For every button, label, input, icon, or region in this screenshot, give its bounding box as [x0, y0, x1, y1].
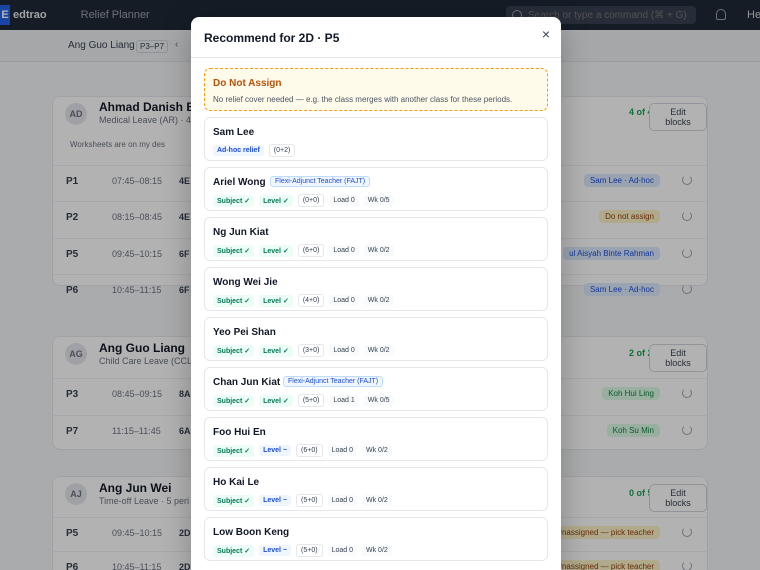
load-chip: Load 0 — [329, 295, 359, 306]
teacher-option[interactable]: Foo Hui En Subject ✓ Level ~ (6+0) Load … — [204, 417, 548, 461]
score-chip: (0+0) — [297, 194, 325, 207]
load-chip: Load 0 — [329, 195, 359, 206]
score-chip: (6+0) — [296, 444, 323, 457]
teacher-name: Ariel Wong — [213, 177, 266, 188]
subject-match-chip: Subject ✓ — [213, 244, 255, 257]
teacher-option[interactable]: Wong Wei Jie Subject ✓ Level ✓ (4+0) Loa… — [204, 267, 548, 311]
week-chip: Wk 0/2 — [363, 295, 394, 306]
week-chip: Wk 0/2 — [363, 245, 394, 256]
do-not-assign-description: No relief cover needed — e.g. the class … — [213, 95, 513, 104]
level-match-chip: Level ✓ — [259, 344, 293, 357]
divider — [191, 57, 561, 58]
week-chip: Wk 0/2 — [362, 495, 392, 506]
do-not-assign-title: Do Not Assign — [213, 78, 282, 89]
score-chip: (4+0) — [297, 294, 325, 307]
level-match-chip: Level ~ — [259, 495, 292, 506]
score-chip: (5+0) — [296, 544, 323, 557]
load-chip: Load 0 — [327, 495, 357, 506]
teacher-name: Yeo Pei Shan — [213, 327, 276, 338]
adhoc-relief-chip: Ad-hoc relief — [213, 145, 264, 156]
teacher-option[interactable]: Chan Jun Kiat Flexi-Adjunct Teacher (FAJ… — [204, 367, 548, 411]
score-chip: (5+0) — [297, 394, 325, 407]
level-match-chip: Level ✓ — [259, 194, 293, 207]
load-chip: Load 1 — [329, 395, 359, 406]
fajt-badge: Flexi-Adjunct Teacher (FAJT) — [283, 376, 384, 387]
week-chip: Wk 0/2 — [363, 345, 394, 356]
teacher-name: Sam Lee — [213, 127, 255, 138]
subject-match-chip: Subject ✓ — [213, 344, 255, 357]
week-chip: Wk 0/2 — [362, 545, 392, 556]
score-chip: (5+0) — [296, 494, 323, 507]
modal-title: Recommend for 2D · P5 — [204, 31, 340, 45]
teacher-name: Ho Kai Le — [213, 477, 260, 488]
teacher-name: Low Boon Keng — [213, 527, 290, 538]
teacher-name: Ng Jun Kiat — [213, 227, 269, 238]
teacher-option[interactable]: Ho Kai Le Subject ✓ Level ~ (5+0) Load 0… — [204, 467, 548, 511]
subject-match-chip: Subject ✓ — [213, 194, 255, 207]
level-match-chip: Level ~ — [259, 545, 292, 556]
level-match-chip: Level ~ — [259, 445, 292, 456]
teacher-option[interactable]: Low Boon Keng Subject ✓ Level ~ (5+0) Lo… — [204, 517, 548, 561]
score-chip: (6+0) — [297, 244, 325, 257]
fajt-badge: Flexi-Adjunct Teacher (FAJT) — [270, 176, 371, 187]
score-chip: (0+2) — [268, 144, 296, 157]
teacher-name: Chan Jun Kiat — [213, 377, 281, 388]
load-chip: Load 0 — [327, 545, 357, 556]
subject-match-chip: Subject ✓ — [213, 394, 255, 407]
load-chip: Load 0 — [329, 345, 359, 356]
load-chip: Load 0 — [329, 245, 359, 256]
teacher-option[interactable]: Yeo Pei Shan Subject ✓ Level ✓ (3+0) Loa… — [204, 317, 548, 361]
subject-match-chip: Subject ✓ — [213, 494, 255, 507]
teacher-option[interactable]: Ariel Wong Flexi-Adjunct Teacher (FAJT) … — [204, 167, 548, 211]
recommend-modal: Recommend for 2D · P5 × Do Not Assign No… — [191, 17, 561, 570]
teacher-option[interactable]: Sam Lee Ad-hoc relief (0+2) — [204, 117, 548, 161]
teacher-name: Wong Wei Jie — [213, 277, 278, 288]
subject-match-chip: Subject ✓ — [213, 444, 255, 457]
subject-match-chip: Subject ✓ — [213, 544, 255, 557]
week-chip: Wk 0/5 — [363, 195, 394, 206]
subject-match-chip: Subject ✓ — [213, 294, 255, 307]
week-chip: Wk 0/5 — [363, 395, 394, 406]
load-chip: Load 0 — [327, 445, 357, 456]
level-match-chip: Level ✓ — [259, 294, 293, 307]
teacher-name: Foo Hui En — [213, 427, 266, 438]
teacher-option[interactable]: Ng Jun Kiat Subject ✓ Level ✓ (6+0) Load… — [204, 217, 548, 261]
do-not-assign-option[interactable]: Do Not Assign No relief cover needed — e… — [204, 68, 548, 111]
score-chip: (3+0) — [297, 344, 325, 357]
close-icon[interactable]: × — [539, 27, 553, 41]
level-match-chip: Level ✓ — [259, 244, 293, 257]
week-chip: Wk 0/2 — [362, 445, 392, 456]
level-match-chip: Level ✓ — [259, 394, 293, 407]
